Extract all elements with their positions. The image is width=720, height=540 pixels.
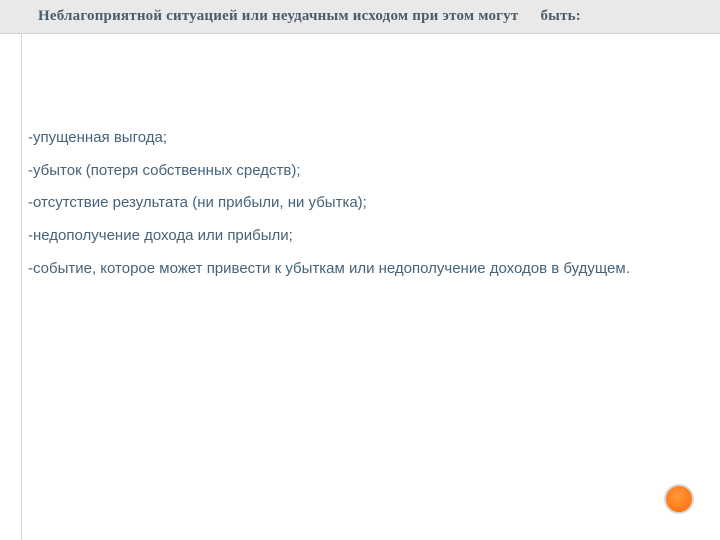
title-bar: Неблагоприятной ситуацией или неудачным … <box>0 0 720 34</box>
list-item: -убыток (потеря собственных средств); <box>28 161 692 182</box>
list-item: -недополучение дохода или прибыли; <box>28 226 692 247</box>
list-item: -событие, которое может привести к убытк… <box>28 259 692 280</box>
list-item: -отсутствие результата (ни прибыли, ни у… <box>28 193 692 214</box>
slide-title: Неблагоприятной ситуацией или неудачным … <box>38 8 581 25</box>
accent-circle-icon <box>664 484 694 514</box>
list-item: -упущенная выгода; <box>28 128 692 149</box>
vertical-rule <box>21 34 22 540</box>
title-part-2: быть: <box>540 8 581 24</box>
slide: Неблагоприятной ситуацией или неудачным … <box>0 0 720 540</box>
title-part-1: Неблагоприятной ситуацией или неудачным … <box>38 8 518 24</box>
body-text: -упущенная выгода; -убыток (потеря собст… <box>28 128 692 291</box>
